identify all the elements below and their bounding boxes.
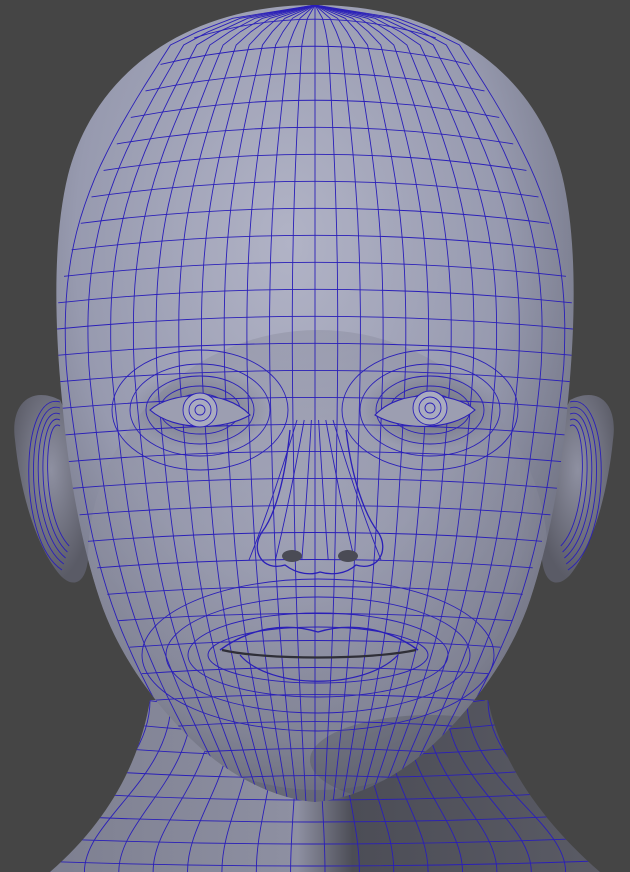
head-mesh — [56, 5, 574, 802]
3d-viewport[interactable] — [0, 0, 630, 872]
head-model — [14, 5, 614, 872]
